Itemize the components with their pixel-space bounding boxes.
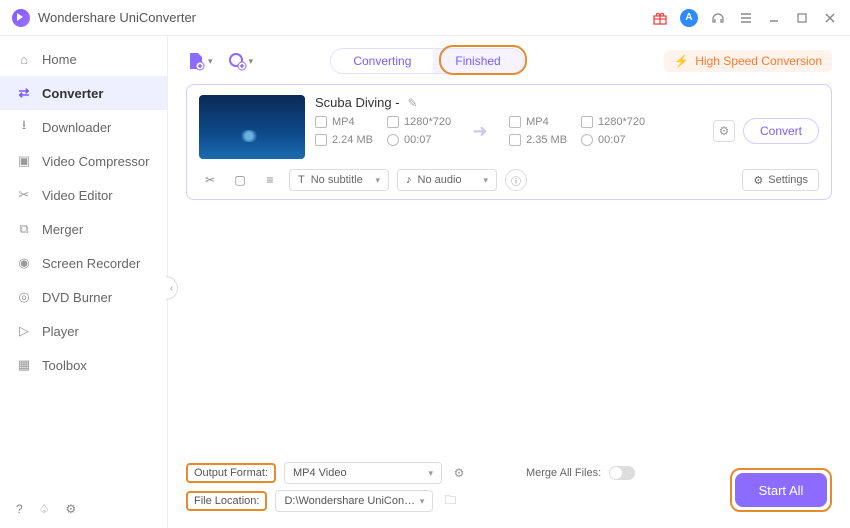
sidebar-item-home[interactable]: ⌂ Home xyxy=(0,42,167,76)
src-dur: 00:07 xyxy=(404,134,432,146)
scissors-icon: ✂ xyxy=(16,187,32,203)
sidebar-item-label: Player xyxy=(42,324,79,339)
sidebar-item-label: Toolbox xyxy=(42,358,87,373)
sidebar-item-merger[interactable]: ⧉ Merger xyxy=(0,212,167,246)
settings-button[interactable]: ⚙Settings xyxy=(742,169,819,191)
edit-title-icon[interactable]: ✎ xyxy=(408,96,418,110)
sidebar-item-converter[interactable]: ⇄ Converter xyxy=(0,76,167,110)
app-title: Wondershare UniConverter xyxy=(38,10,652,25)
sidebar-item-label: Video Compressor xyxy=(42,154,149,169)
audio-icon: ♪ xyxy=(406,174,412,186)
sidebar: ⌂ Home ⇄ Converter ⭳ Downloader ▣ Video Comp… xyxy=(0,36,168,528)
tab-converting[interactable]: Converting xyxy=(331,49,433,73)
sidebar-item-label: Converter xyxy=(42,86,103,101)
gift-icon[interactable] xyxy=(652,10,668,26)
subtitle-icon: T xyxy=(298,174,305,186)
sidebar-item-compressor[interactable]: ▣ Video Compressor xyxy=(0,144,167,178)
info-icon[interactable]: ⓘ xyxy=(505,169,527,191)
sidebar-item-player[interactable]: ▷ Player xyxy=(0,314,167,348)
subtitle-select[interactable]: TNo subtitle▾ xyxy=(289,169,389,191)
sidebar-item-downloader[interactable]: ⭳ Downloader xyxy=(0,110,167,144)
highlight-annotation: Start All xyxy=(730,468,832,512)
more-icon[interactable]: ≡ xyxy=(259,170,281,190)
bolt-icon: ⚡ xyxy=(674,54,689,68)
src-format: MP4 xyxy=(332,116,355,128)
merge-toggle[interactable] xyxy=(609,466,635,480)
start-all-button[interactable]: Start All xyxy=(735,473,827,507)
merger-icon: ⧉ xyxy=(16,221,32,237)
sidebar-item-label: Screen Recorder xyxy=(42,256,140,271)
high-speed-conversion-button[interactable]: ⚡High Speed Conversion xyxy=(664,50,832,72)
sidebar-item-label: Downloader xyxy=(42,120,111,135)
size-icon xyxy=(315,134,327,146)
menu-icon[interactable] xyxy=(738,10,754,26)
status-tabs: Converting Finished xyxy=(330,48,523,74)
recorder-icon: ◉ xyxy=(16,255,32,271)
close-icon[interactable] xyxy=(822,10,838,26)
maximize-icon[interactable] xyxy=(794,10,810,26)
sidebar-item-recorder[interactable]: ◉ Screen Recorder xyxy=(0,246,167,280)
sidebar-item-dvd[interactable]: ◎ DVD Burner xyxy=(0,280,167,314)
file-location-select[interactable]: D:\Wondershare UniConverter 1▾ xyxy=(275,490,433,512)
minimize-icon[interactable] xyxy=(766,10,782,26)
crop-icon[interactable]: ▢ xyxy=(229,170,251,190)
merge-label: Merge All Files: xyxy=(526,467,601,479)
tab-finished[interactable]: Finished xyxy=(433,49,522,73)
home-icon: ⌂ xyxy=(16,51,32,67)
resolution-icon xyxy=(387,116,399,128)
format-icon xyxy=(509,116,521,128)
file-location-label: File Location: xyxy=(186,491,267,511)
sidebar-item-label: DVD Burner xyxy=(42,290,112,305)
video-thumbnail[interactable] xyxy=(199,95,305,159)
audio-select[interactable]: ♪No audio▾ xyxy=(397,169,497,191)
compress-icon: ▣ xyxy=(16,153,32,169)
play-icon: ▷ xyxy=(16,323,32,339)
titlebar: Wondershare UniConverter A xyxy=(0,0,850,36)
output-format-label: Output Format: xyxy=(186,463,276,483)
app-logo xyxy=(12,9,30,27)
src-res: 1280*720 xyxy=(404,116,451,128)
gear-icon: ⚙ xyxy=(753,174,763,187)
dst-size: 2.35 MB xyxy=(526,134,567,146)
sidebar-item-label: Video Editor xyxy=(42,188,113,203)
grid-icon: ▦ xyxy=(16,357,32,373)
resolution-icon xyxy=(581,116,593,128)
output-format-select[interactable]: MP4 Video▾ xyxy=(284,462,442,484)
video-title: Scuba Diving - xyxy=(315,95,400,110)
src-size: 2.24 MB xyxy=(332,134,373,146)
format-icon xyxy=(315,116,327,128)
trim-icon[interactable]: ✂ xyxy=(199,170,221,190)
converter-icon: ⇄ xyxy=(16,85,32,101)
add-file-button[interactable]: ▾ xyxy=(186,51,213,71)
size-icon xyxy=(509,134,521,146)
help-icon[interactable]: ? xyxy=(16,502,23,516)
duration-icon xyxy=(581,134,593,146)
output-preset-icon[interactable]: ⚙ xyxy=(450,464,468,482)
open-folder-icon[interactable]: 🗀 xyxy=(441,492,459,510)
dst-format: MP4 xyxy=(526,116,549,128)
sidebar-item-editor[interactable]: ✂ Video Editor xyxy=(0,178,167,212)
file-card: Scuba Diving - ✎ MP4 2.24 MB 1280*720 00… xyxy=(186,84,832,200)
sidebar-item-label: Merger xyxy=(42,222,83,237)
headset-icon[interactable] xyxy=(710,10,726,26)
settings-gear-icon[interactable]: ⚙ xyxy=(65,502,76,516)
arrow-right-icon: ➜ xyxy=(465,121,495,142)
dst-res: 1280*720 xyxy=(598,116,645,128)
convert-button[interactable]: Convert xyxy=(743,118,819,144)
output-settings-icon[interactable]: ⚙ xyxy=(713,120,735,142)
sidebar-item-toolbox[interactable]: ▦ Toolbox xyxy=(0,348,167,382)
dst-dur: 00:07 xyxy=(598,134,626,146)
duration-icon xyxy=(387,134,399,146)
add-url-button[interactable]: ▾ xyxy=(227,51,254,71)
bell-icon[interactable]: ♤ xyxy=(39,502,50,516)
sidebar-item-label: Home xyxy=(42,52,77,67)
disc-icon: ◎ xyxy=(16,289,32,305)
download-icon: ⭳ xyxy=(16,119,32,135)
user-avatar[interactable]: A xyxy=(680,9,698,27)
